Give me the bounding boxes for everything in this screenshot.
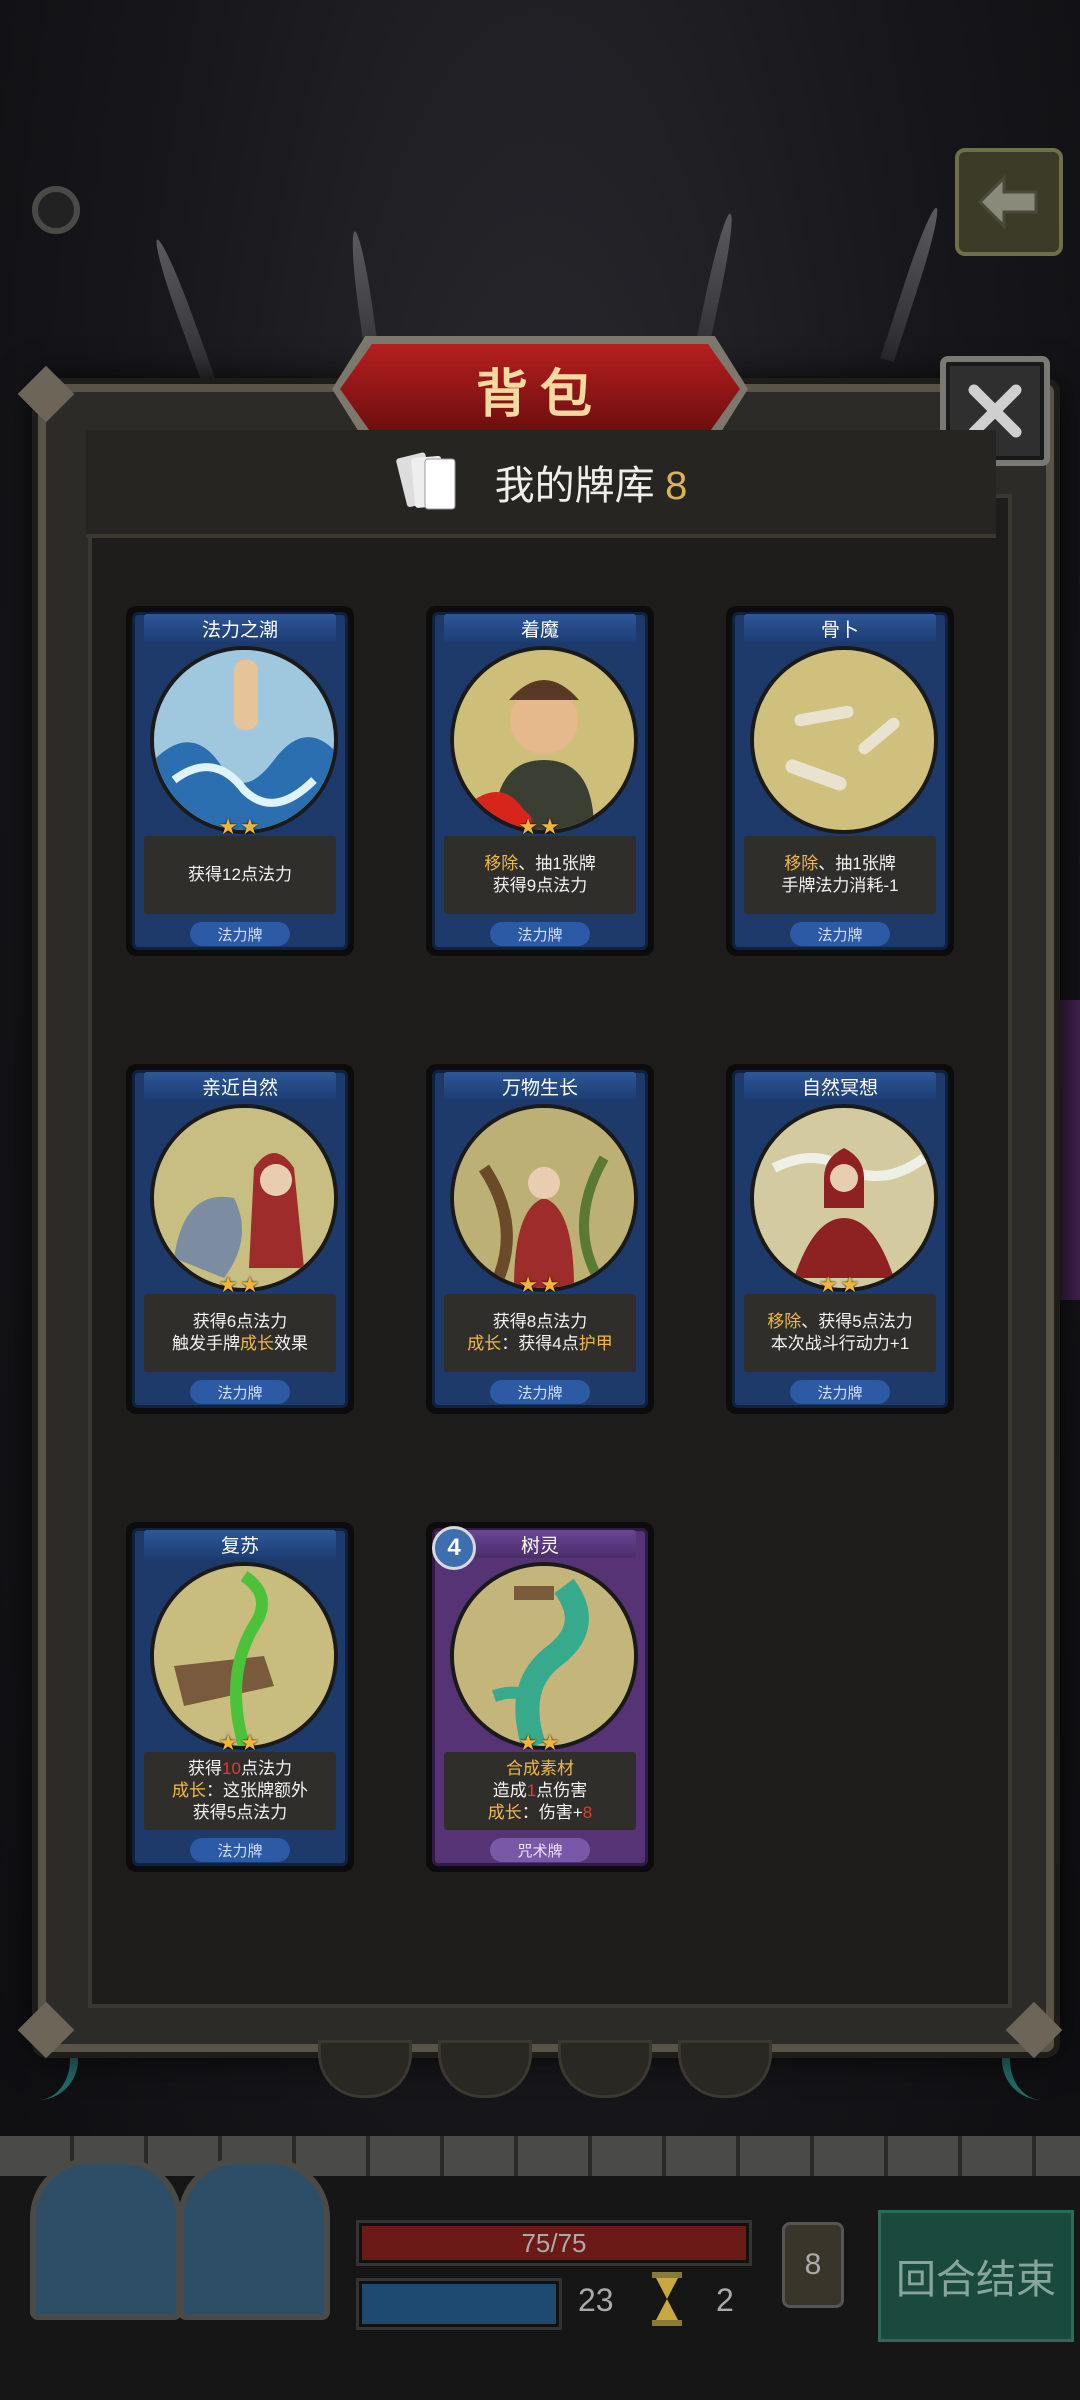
card-type-badge: 法力牌 bbox=[190, 1838, 290, 1862]
page-title: 背包 bbox=[475, 365, 604, 424]
card-description: 获得6点法力 触发手牌成长效果 bbox=[144, 1294, 336, 1372]
hand-token bbox=[678, 2040, 772, 2098]
card-type-badge: 法力牌 bbox=[790, 1380, 890, 1404]
card-bone-divination[interactable]: 骨卜 移除、抽1张牌 手牌法力消耗-1 法力牌 bbox=[726, 606, 954, 956]
card-type-badge: 法力牌 bbox=[490, 922, 590, 946]
desc-line: 获得6点法力 bbox=[192, 1312, 288, 1331]
card-name: 法力之潮 bbox=[144, 614, 336, 642]
desc-line: 触发手牌成长效果 bbox=[172, 1334, 308, 1353]
card-tree-spirit[interactable]: 4 树灵 ★★ 合成素材 造成1点伤害 成长：伤害+8 咒术牌 bbox=[426, 1522, 654, 1872]
desc-line: 成长：获得4点护甲 bbox=[467, 1334, 613, 1353]
deck-header: 我的牌库 8 bbox=[86, 430, 996, 538]
card-description: 移除、获得5点法力 本次战斗行动力+1 bbox=[744, 1294, 936, 1372]
desc-line: 获得12点法力 bbox=[188, 865, 292, 884]
card-description: 移除、抽1张牌 获得9点法力 bbox=[444, 836, 636, 914]
deck-title: 我的牌库 bbox=[494, 464, 655, 508]
menu-ring-button[interactable] bbox=[32, 186, 80, 234]
background-tendril bbox=[150, 237, 219, 393]
end-turn-label: 回合结束 bbox=[896, 2258, 1056, 2302]
ability-slot-1[interactable] bbox=[30, 2158, 182, 2320]
background-tendril bbox=[880, 205, 944, 363]
card-mana-tide[interactable]: 法力之潮 ★★ 获得12点法力 法力牌 bbox=[126, 606, 354, 956]
card-art bbox=[750, 1104, 938, 1292]
desc-line: 合成素材 bbox=[506, 1759, 574, 1778]
desc-line: 造成1点伤害 bbox=[492, 1781, 588, 1800]
mana-value: 23 bbox=[578, 2282, 614, 2318]
card-description: 合成素材 造成1点伤害 成长：伤害+8 bbox=[444, 1752, 636, 1830]
desc-line: 成长：这张牌额外 bbox=[172, 1781, 308, 1800]
card-name: 着魔 bbox=[444, 614, 636, 642]
card-nature-meditation[interactable]: 自然冥想 ★★ 移除、获得5点法力 本次战斗行动力+1 法力牌 bbox=[726, 1064, 954, 1414]
desc-line: 本次战斗行动力+1 bbox=[770, 1334, 910, 1353]
card-type-badge: 法力牌 bbox=[790, 922, 890, 946]
desc-line: 移除、获得5点法力 bbox=[767, 1312, 913, 1331]
draw-pile-count: 8 bbox=[804, 2248, 822, 2281]
health-text: 75/75 bbox=[521, 2227, 587, 2258]
card-type-badge: 咒术牌 bbox=[490, 1838, 590, 1862]
mana-bar bbox=[356, 2278, 562, 2330]
desc-line: 获得10点法力 bbox=[188, 1759, 292, 1778]
back-button[interactable] bbox=[955, 148, 1063, 256]
desc-line: 获得9点法力 bbox=[492, 876, 588, 895]
card-description: 移除、抽1张牌 手牌法力消耗-1 bbox=[744, 836, 936, 914]
hourglass-icon bbox=[652, 2272, 682, 2326]
health-bar: 75/75 bbox=[356, 2220, 752, 2266]
card-description: 获得12点法力 bbox=[144, 836, 336, 914]
desc-line: 手牌法力消耗-1 bbox=[781, 876, 899, 895]
card-name: 骨卜 bbox=[744, 614, 936, 642]
card-art bbox=[150, 1104, 338, 1292]
card-art bbox=[450, 1562, 638, 1750]
card-revival[interactable]: 复苏 ★★ 获得10点法力 成长：这张牌额外 获得5点法力 法力牌 bbox=[126, 1522, 354, 1872]
desc-line: 获得8点法力 bbox=[492, 1312, 588, 1331]
title-banner: 背包 bbox=[332, 336, 748, 442]
desc-line: 移除、抽1张牌 bbox=[784, 854, 896, 873]
draw-pile-button[interactable]: 8 bbox=[782, 2222, 844, 2308]
card-close-to-nature[interactable]: 亲近自然 ★★ 获得6点法力 触发手牌成长效果 法力牌 bbox=[126, 1064, 354, 1414]
card-description: 获得8点法力 成长：获得4点护甲 bbox=[444, 1294, 636, 1372]
card-all-things-grow[interactable]: 万物生长 ★★ 获得8点法力 成长：获得4点护甲 法力牌 bbox=[426, 1064, 654, 1414]
hud-border bbox=[0, 2136, 1080, 2176]
card-name: 自然冥想 bbox=[744, 1072, 936, 1100]
deck-count: 8 bbox=[665, 464, 688, 508]
card-name: 万物生长 bbox=[444, 1072, 636, 1100]
ability-slot-2[interactable] bbox=[178, 2158, 330, 2320]
card-type-badge: 法力牌 bbox=[190, 922, 290, 946]
card-name: 亲近自然 bbox=[144, 1072, 336, 1100]
back-arrow-icon bbox=[977, 174, 1038, 230]
card-art bbox=[150, 1562, 338, 1750]
desc-line: 移除、抽1张牌 bbox=[484, 854, 596, 873]
action-points: 2 bbox=[716, 2282, 734, 2318]
cost-badge: 4 bbox=[432, 1526, 476, 1570]
card-art bbox=[750, 646, 938, 834]
desc-line: 成长：伤害+8 bbox=[487, 1803, 593, 1822]
desc-line: 获得5点法力 bbox=[192, 1803, 288, 1822]
end-turn-button[interactable]: 回合结束 bbox=[878, 2210, 1074, 2342]
card-description: 获得10点法力 成长：这张牌额外 获得5点法力 bbox=[144, 1752, 336, 1830]
card-type-badge: 法力牌 bbox=[190, 1380, 290, 1404]
hand-token bbox=[318, 2040, 412, 2098]
cards-icon bbox=[395, 452, 456, 510]
hand-token bbox=[438, 2040, 532, 2098]
card-art bbox=[450, 1104, 638, 1292]
card-art bbox=[150, 646, 338, 834]
card-name: 复苏 bbox=[144, 1530, 336, 1558]
card-possessed[interactable]: 着魔 ★★ 移除、抽1张牌 获得9点法力 法力牌 bbox=[426, 606, 654, 956]
hand-token bbox=[558, 2040, 652, 2098]
card-type-badge: 法力牌 bbox=[490, 1380, 590, 1404]
card-art bbox=[450, 646, 638, 834]
